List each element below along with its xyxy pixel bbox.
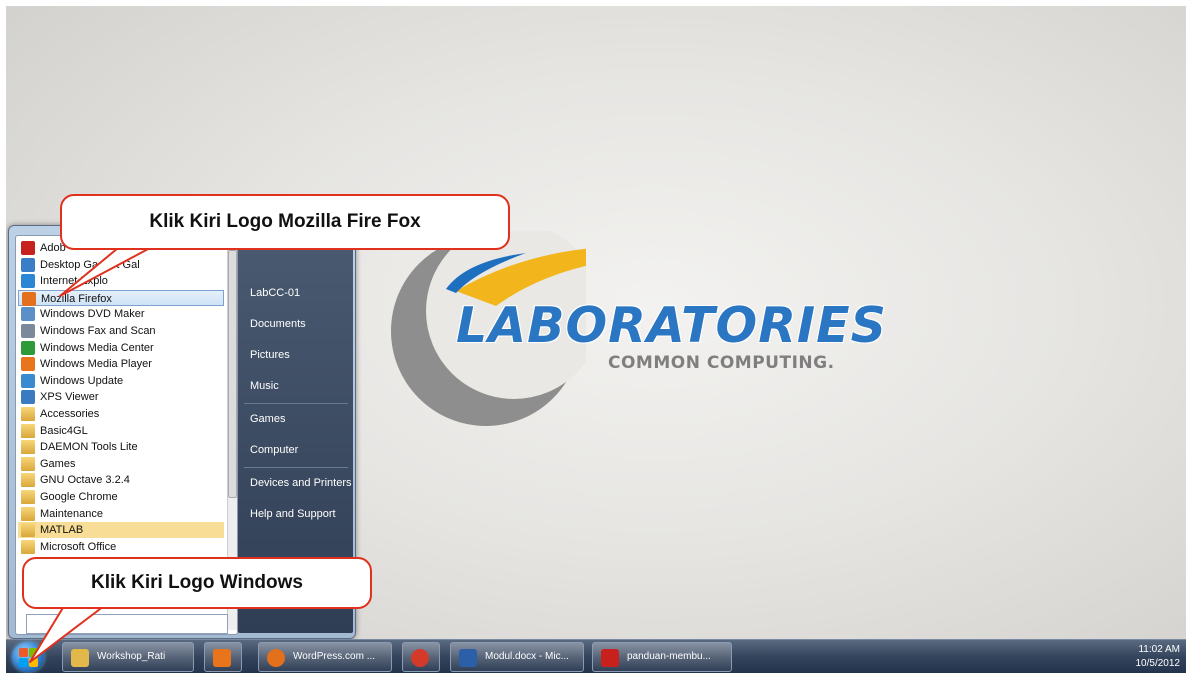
- program-item[interactable]: Windows DVD Maker: [18, 306, 224, 322]
- separator: [244, 403, 348, 404]
- pdf-icon: [601, 649, 619, 667]
- media-player-icon: [21, 357, 35, 372]
- windows-logo-icon-part: [19, 658, 28, 667]
- firefox-icon: [267, 649, 285, 667]
- program-item[interactable]: Desktop Gadget Gal: [18, 257, 224, 273]
- windows-update-icon: [21, 373, 35, 388]
- adobe-reader-icon: [21, 241, 35, 255]
- program-item-label: Microsoft Office: [40, 540, 117, 553]
- program-item-label: Basic4GL: [40, 424, 88, 437]
- taskbar-button[interactable]: [204, 642, 242, 672]
- folder-icon: [21, 423, 35, 438]
- program-item-label: Games: [40, 457, 76, 470]
- program-item[interactable]: Windows Media Center: [18, 340, 224, 356]
- folder-icon: [21, 456, 35, 471]
- windows-start-button[interactable]: [12, 642, 44, 672]
- separator: [244, 467, 348, 468]
- scroll-thumb[interactable]: [228, 250, 237, 498]
- place-pictures[interactable]: Pictures: [250, 349, 290, 361]
- folder-icon: [21, 539, 35, 554]
- program-item[interactable]: Windows Fax and Scan: [18, 323, 224, 339]
- folder-icon: [21, 440, 35, 455]
- clock-date: 10/5/2012: [1135, 658, 1181, 669]
- program-item[interactable]: GNU Octave 3.2.4: [18, 472, 224, 488]
- taskbar-button-label: Workshop_Rati: [97, 651, 166, 662]
- taskbar-button[interactable]: Modul.docx - Mic...: [450, 642, 584, 672]
- program-item-label: Internet Explo: [40, 275, 108, 288]
- clock-time: 11:02 AM: [1138, 644, 1180, 655]
- program-item[interactable]: Windows Media Player: [18, 356, 224, 372]
- program-item-label: Windows Media Player: [40, 358, 152, 371]
- folder-icon: [21, 490, 35, 504]
- taskbar-button-label: panduan-membu...: [627, 651, 711, 662]
- callout-windows: Klik Kiri Logo Windows: [22, 557, 372, 609]
- program-item-label: MATLAB: [40, 524, 84, 537]
- program-item[interactable]: XPS Viewer: [18, 389, 224, 405]
- callout-firefox: Klik Kiri Logo Mozilla Fire Fox: [60, 194, 510, 250]
- folder-icon: [21, 506, 35, 521]
- place-user-folder[interactable]: LabCC-01: [250, 287, 300, 299]
- word-icon: [459, 649, 477, 667]
- place-documents[interactable]: Documents: [250, 318, 306, 330]
- folder-icon: [21, 523, 35, 538]
- gadget-icon: [21, 257, 35, 272]
- chrome-icon: [411, 649, 429, 667]
- program-item-label: XPS Viewer: [40, 391, 99, 404]
- program-item-label: Google Chrome: [40, 491, 118, 503]
- program-item-label: Windows DVD Maker: [40, 308, 145, 321]
- program-item-label: Windows Media Center: [40, 341, 154, 354]
- system-clock[interactable]: 11:02 AM 10/5/2012: [1136, 643, 1181, 671]
- program-item-label: Accessories: [40, 408, 100, 420]
- taskbar: Workshop_Rati WordPress.com ... Modul.docx…: [6, 639, 1186, 673]
- program-item[interactable]: MATLAB: [18, 522, 224, 539]
- media-center-icon: [21, 340, 35, 355]
- internet-explorer-icon: [21, 274, 35, 289]
- program-item-label: DAEMON Tools Lite: [40, 441, 138, 454]
- program-item-label: Mozilla Firefox: [41, 292, 112, 305]
- brand-tagline: COMMON COMPUTING.: [608, 353, 835, 373]
- program-item-label: GNU Octave 3.2.4: [40, 474, 130, 487]
- place-devices-printers[interactable]: Devices and Printers: [250, 477, 352, 489]
- folder-icon: [21, 473, 35, 488]
- taskbar-button-label: WordPress.com ...: [293, 651, 376, 662]
- program-item-label: Desktop Gadget Gal: [40, 258, 140, 271]
- search-input[interactable]: [26, 614, 228, 634]
- firefox-icon: [22, 291, 36, 306]
- taskbar-button-label: Modul.docx - Mic...: [485, 651, 569, 662]
- program-item[interactable]: Accessories: [18, 406, 224, 422]
- place-computer[interactable]: Computer: [250, 444, 298, 456]
- dvd-maker-icon: [21, 307, 35, 322]
- program-item-label: Windows Update: [40, 374, 124, 387]
- place-games[interactable]: Games: [250, 413, 285, 425]
- program-item[interactable]: DAEMON Tools Lite: [18, 439, 224, 455]
- program-item[interactable]: Microsoft Office: [18, 539, 224, 555]
- folder-icon: [71, 649, 89, 667]
- place-music[interactable]: Music: [250, 380, 279, 392]
- xps-viewer-icon: [21, 390, 35, 405]
- program-item[interactable]: Windows Update: [18, 373, 224, 389]
- folder-icon: [21, 407, 35, 421]
- windows-logo-icon-part: [29, 648, 38, 657]
- windows-logo-icon: [19, 648, 28, 657]
- laboratories-logo: LABORATORIES COMMON COMPUTING.: [386, 231, 886, 431]
- taskbar-button[interactable]: panduan-membu...: [592, 642, 732, 672]
- program-item[interactable]: Basic4GL: [18, 423, 224, 439]
- media-player-icon: [213, 649, 231, 667]
- windows-logo-icon-part: [29, 658, 38, 667]
- place-help-support[interactable]: Help and Support: [250, 508, 336, 520]
- program-item[interactable]: Games: [18, 456, 224, 472]
- brand-name: LABORATORIES: [456, 297, 887, 354]
- taskbar-button[interactable]: WordPress.com ...: [258, 642, 392, 672]
- program-item[interactable]: Google Chrome: [18, 489, 224, 505]
- taskbar-button[interactable]: [402, 642, 440, 672]
- program-item-label: Windows Fax and Scan: [40, 325, 156, 337]
- program-item[interactable]: Mozilla Firefox: [18, 289, 224, 306]
- program-item[interactable]: Maintenance: [18, 506, 224, 522]
- program-item-label: Maintenance: [40, 507, 103, 520]
- fax-scan-icon: [21, 324, 35, 338]
- program-item[interactable]: Internet Explo: [18, 273, 224, 289]
- taskbar-button[interactable]: Workshop_Rati: [62, 642, 194, 672]
